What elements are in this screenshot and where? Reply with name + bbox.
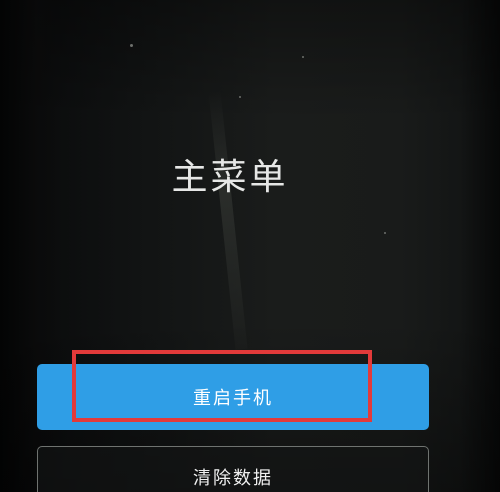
screen-reflection <box>208 90 248 350</box>
recovery-screen: 主菜单 重启手机 清除数据 <box>0 0 500 492</box>
reboot-phone-label: 重启手机 <box>193 388 273 409</box>
page-title: 主菜单 <box>171 157 289 198</box>
dust-speck <box>302 56 304 58</box>
reboot-phone-button[interactable]: 重启手机 <box>37 364 429 430</box>
dust-speck <box>239 96 241 98</box>
dust-speck <box>384 232 386 234</box>
wipe-data-button[interactable]: 清除数据 <box>37 446 429 492</box>
screen-glare <box>0 0 500 120</box>
dust-speck <box>130 44 133 47</box>
wipe-data-label: 清除数据 <box>193 468 273 489</box>
